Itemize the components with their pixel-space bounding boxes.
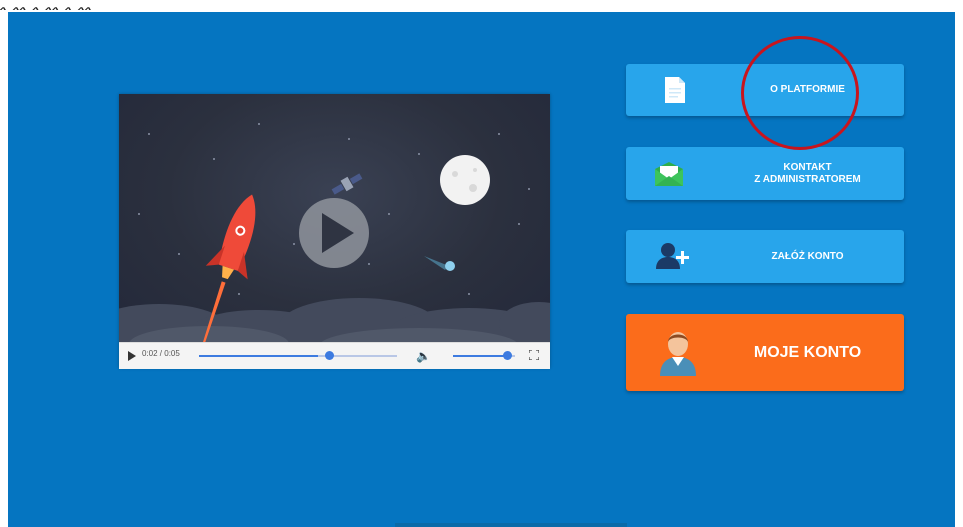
satellite (331, 173, 363, 195)
bottom-edge-shadow (395, 523, 627, 527)
create-account-label: ZAŁÓŻ KONTO (771, 250, 844, 262)
video-screen[interactable] (119, 94, 550, 342)
seek-bar[interactable] (199, 355, 397, 357)
right-border (955, 12, 963, 527)
fullscreen-icon[interactable] (529, 350, 539, 360)
my-account-label: MOJE KONTO (753, 343, 862, 361)
envelope-icon (655, 162, 683, 186)
contact-admin-label: KONTAKT Z ADMINISTRATOREM (754, 161, 861, 185)
video-time: 0:02 / 0:05 (142, 349, 180, 358)
comet (424, 256, 455, 271)
document-icon (665, 77, 685, 103)
add-user-icon (656, 243, 689, 269)
seek-bar-fill (199, 355, 318, 357)
seek-handle[interactable] (325, 351, 334, 360)
highlight-circle-annotation (741, 36, 859, 150)
my-account-button[interactable]: MOJE KONTO (626, 314, 904, 391)
user-avatar-icon (660, 332, 696, 376)
cropped-caption-text: ꞈ ꞈꞈ ꞈ ꞈꞈ ꞈ ꞈꞈ (0, 0, 92, 11)
create-account-button[interactable]: ZAŁÓŻ KONTO (626, 230, 904, 283)
left-border (0, 12, 8, 527)
play-icon[interactable] (128, 351, 136, 361)
volume-icon[interactable]: 🔈 (416, 349, 431, 363)
top-caption-strip: ꞈ ꞈꞈ ꞈ ꞈꞈ ꞈ ꞈꞈ (0, 0, 963, 12)
volume-handle[interactable] (503, 351, 512, 360)
play-button[interactable] (299, 198, 369, 268)
video-illustration (119, 123, 550, 342)
moon (440, 155, 490, 205)
video-controls: 0:02 / 0:05 🔈 (119, 342, 550, 369)
contact-admin-button[interactable]: KONTAKT Z ADMINISTRATOREM (626, 147, 904, 200)
video-player[interactable]: 0:02 / 0:05 🔈 (119, 94, 550, 369)
volume-slider-fill (453, 355, 509, 357)
